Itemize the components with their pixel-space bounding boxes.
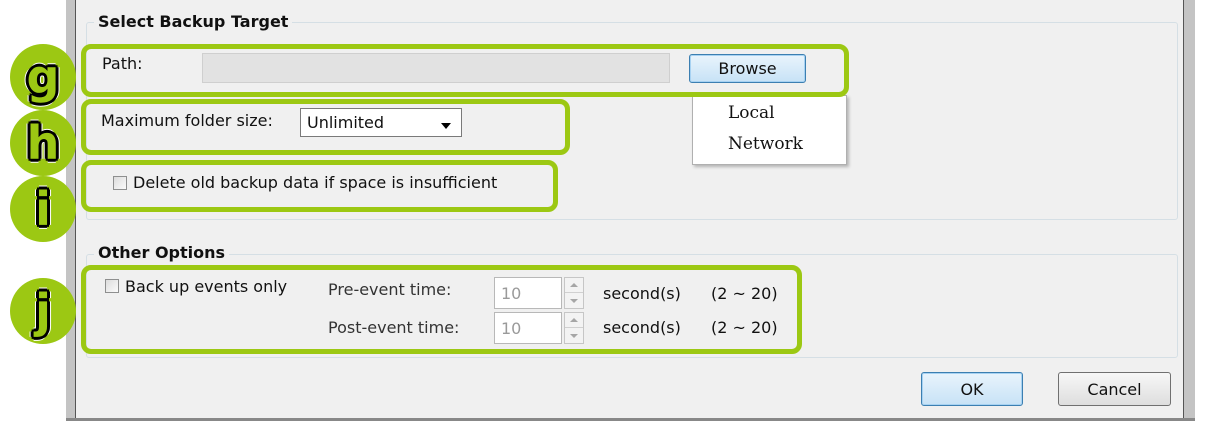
callout-badge-i: i — [10, 176, 76, 242]
window-border-right — [1183, 0, 1195, 421]
callout-letter-h: h — [26, 116, 60, 170]
callout-letter-i: i — [35, 182, 51, 236]
menu-item-local[interactable]: Local — [728, 102, 775, 124]
browse-menu: Local Network — [692, 95, 847, 165]
callout-badge-g: g — [10, 44, 76, 110]
callout-letter-g: g — [26, 50, 60, 104]
callout-box-j — [81, 265, 802, 354]
cancel-button[interactable]: Cancel — [1058, 372, 1171, 406]
callout-box-i — [81, 160, 558, 212]
menu-item-network[interactable]: Network — [728, 133, 803, 155]
other-options-title: Other Options — [94, 243, 230, 263]
callout-letter-j: j — [35, 284, 51, 338]
callout-box-g — [81, 44, 849, 97]
callout-badge-h: h — [10, 110, 76, 176]
ok-button[interactable]: OK — [921, 372, 1023, 406]
callout-box-h — [81, 99, 570, 155]
callout-badge-j: j — [10, 278, 76, 344]
select-backup-target-title: Select Backup Target — [94, 12, 293, 32]
